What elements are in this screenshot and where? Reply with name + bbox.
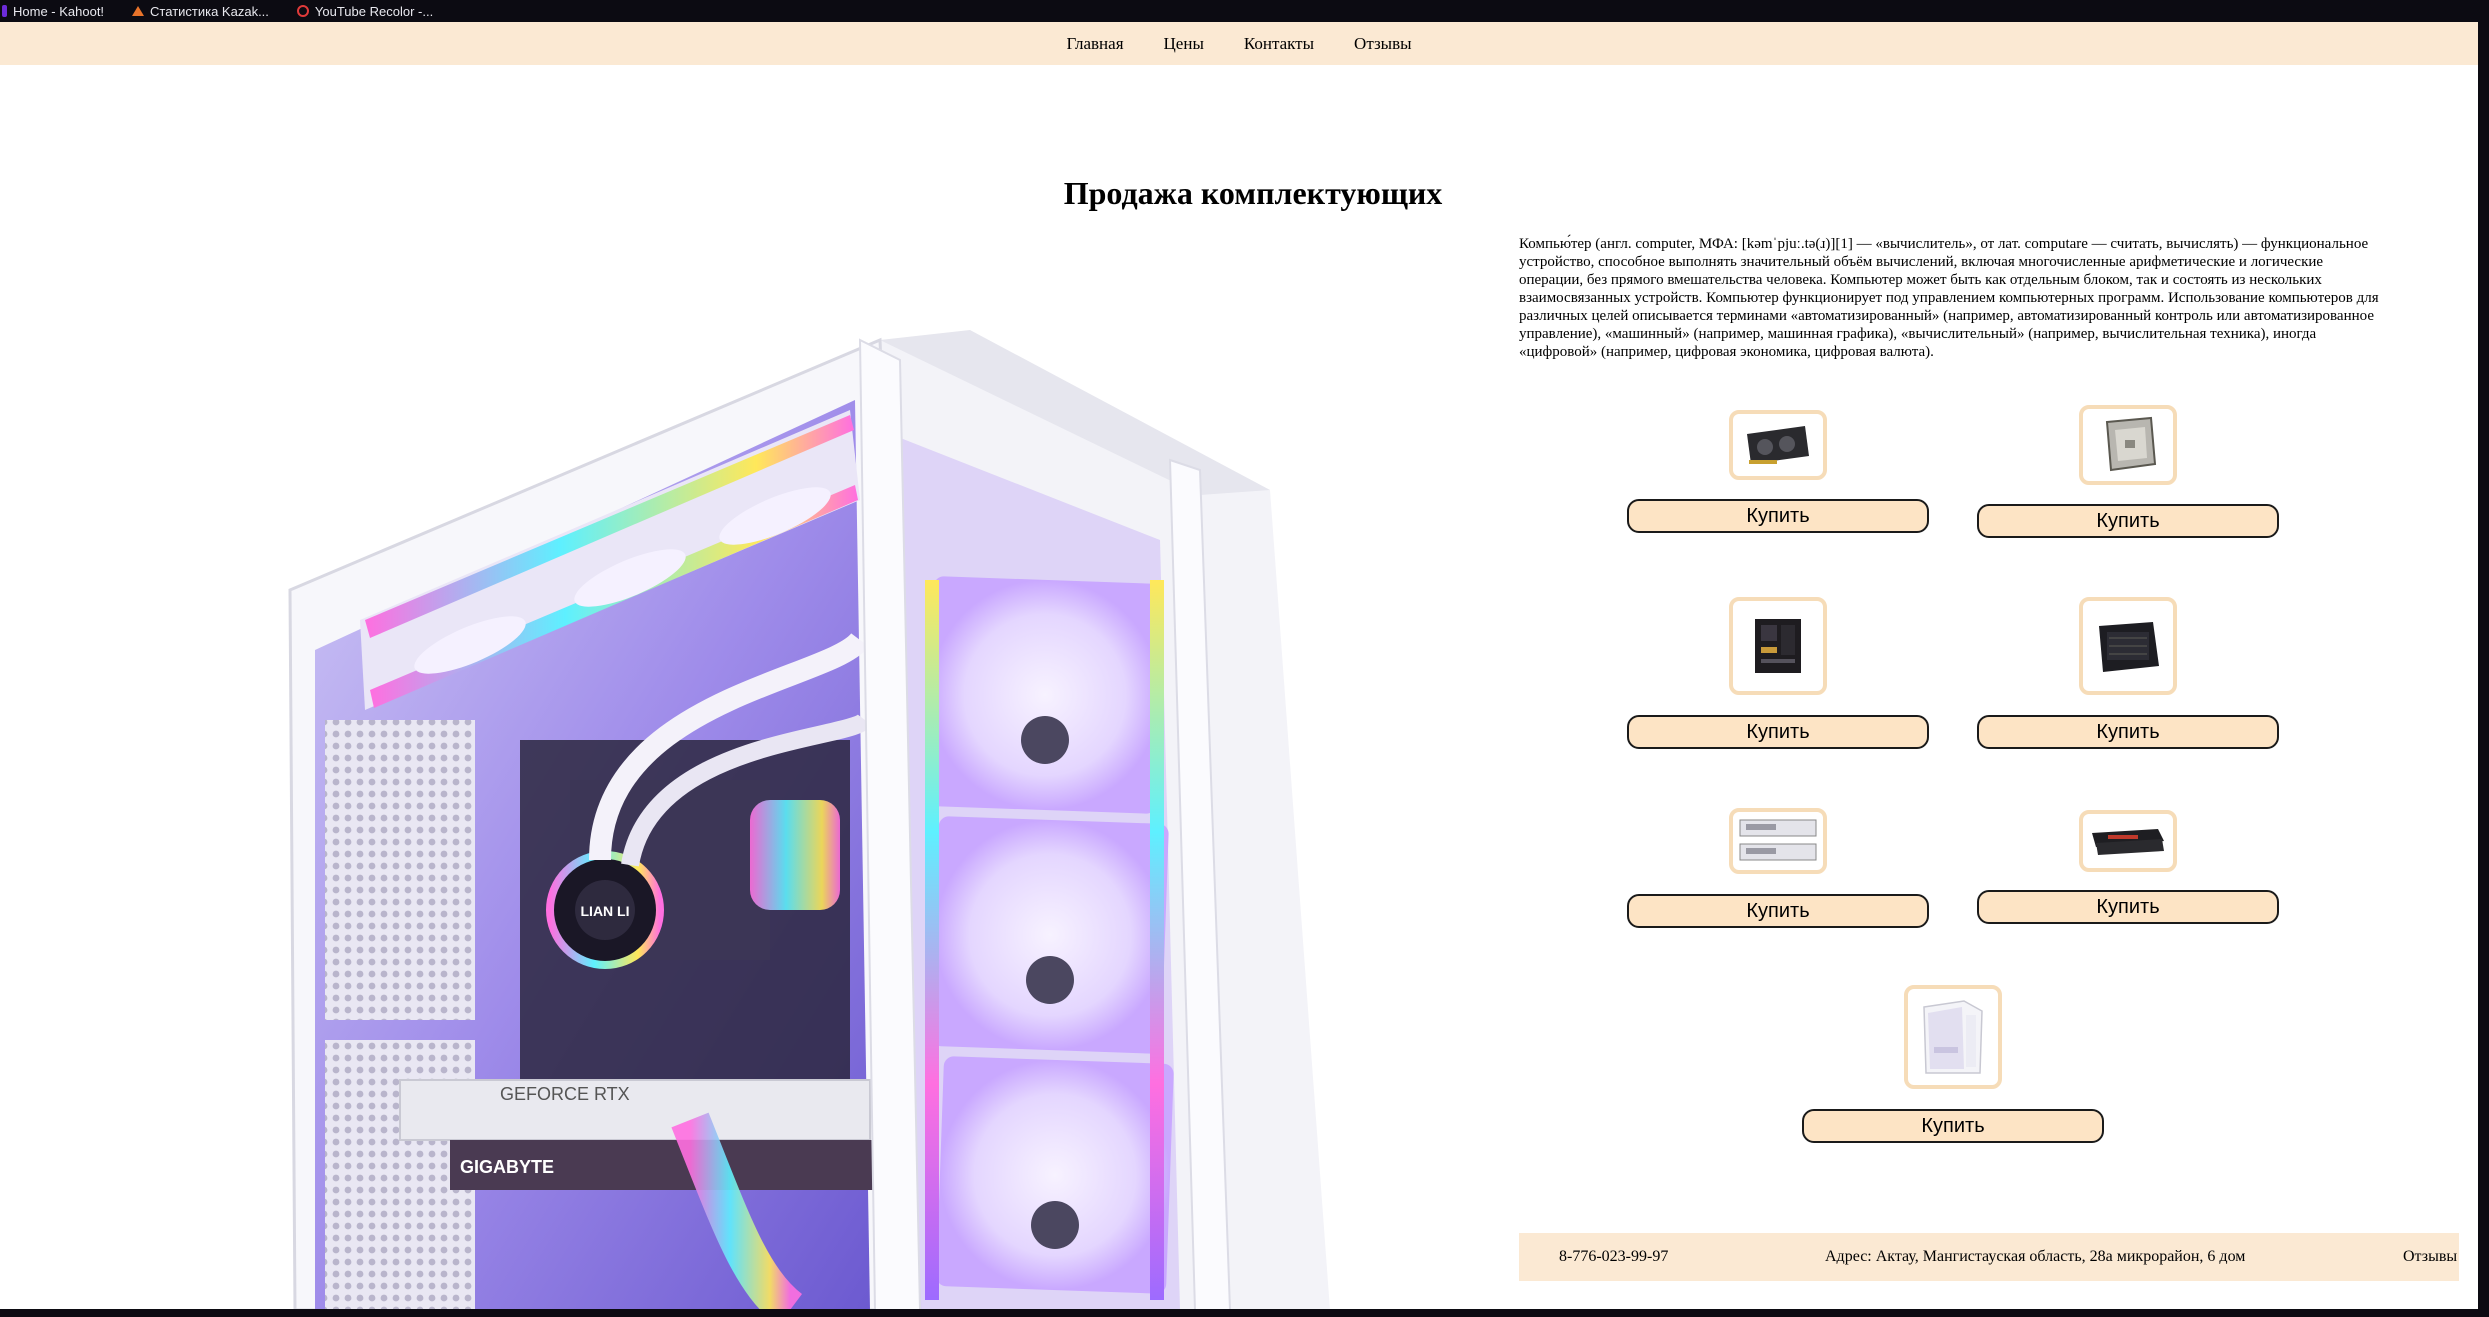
product-thumbnail[interactable] — [1729, 808, 1827, 874]
description-text: Компью́тер (англ. computer, МФА: [kəmˈpj… — [1519, 236, 2379, 360]
bookmarks-bar: Home - Kahoot! Статистика Kazak... YouTu… — [0, 0, 2489, 22]
product-thumbnail[interactable] — [1904, 985, 2002, 1089]
product-card: Купить — [1977, 405, 2279, 545]
product-card: Купить — [1627, 808, 1929, 948]
product-thumbnail[interactable] — [2079, 405, 2177, 485]
footer-address: Адрес: Актау, Мангистауская область, 28а… — [1825, 1248, 2246, 1265]
product-card: Купить — [1627, 597, 1929, 749]
page-title: Продажа комплектующих — [1063, 175, 1443, 211]
bookmark-statistics[interactable]: Статистика Kazak... — [132, 4, 269, 19]
hero-brand-text: LIAN LI — [581, 903, 630, 919]
buy-button[interactable]: Купить — [1977, 504, 2279, 538]
cpu-icon — [2105, 416, 2157, 472]
buy-button[interactable]: Купить — [1977, 715, 2279, 749]
hero-gigabyte-label: GIGABYTE — [460, 1157, 554, 1177]
nav-contacts[interactable]: Контакты — [1244, 34, 1314, 54]
bookmark-label: Статистика Kazak... — [150, 3, 269, 19]
pc-case-icon — [1923, 1000, 1983, 1074]
motherboard-icon — [1755, 619, 1801, 673]
window-edge — [0, 1309, 2489, 1317]
nav-home[interactable]: Главная — [1066, 34, 1123, 54]
kahoot-icon — [2, 5, 7, 17]
product-thumbnail[interactable] — [1729, 597, 1827, 695]
product-thumbnail[interactable] — [2079, 597, 2177, 695]
youtube-recolor-icon — [296, 5, 309, 17]
buy-button[interactable]: Купить — [1627, 894, 1929, 928]
product-card: Купить — [1977, 810, 2279, 950]
product-card: Купить — [1802, 985, 2104, 1143]
bookmark-label: YouTube Recolor -... — [314, 3, 434, 19]
ram-kit-icon — [1739, 819, 1817, 861]
buy-button[interactable]: Купить — [1627, 499, 1929, 533]
window-edge — [2478, 22, 2489, 1317]
pc-case-hero-image: LIAN LI GEFORCE RTX GIGABYTE — [288, 330, 1330, 1310]
main-nav: Главная Цены Контакты Отзывы — [0, 22, 2478, 65]
hero-gpu-label: GEFORCE RTX — [500, 1084, 630, 1104]
bookmark-youtube-recolor[interactable]: YouTube Recolor -... — [296, 3, 434, 19]
power-supply-icon — [2099, 622, 2159, 672]
product-thumbnail[interactable] — [2079, 810, 2177, 872]
chart-icon — [132, 6, 145, 16]
buy-button[interactable]: Купить — [1627, 715, 1929, 749]
footer-phone[interactable]: 8-776-023-99-97 — [1559, 1248, 1668, 1266]
footer-bar: 8-776-023-99-97 Адрес: Актау, Мангистаус… — [1519, 1233, 2459, 1281]
bookmark-label: Home - Kahoot! — [13, 3, 105, 19]
ram-stick-icon — [2092, 829, 2164, 855]
product-thumbnail[interactable] — [1729, 410, 1827, 480]
product-card: Купить — [1627, 410, 1929, 550]
footer-reviews-link[interactable]: Отзывы — [2403, 1248, 2457, 1266]
bookmark-kahoot[interactable]: Home - Kahoot! — [2, 4, 104, 19]
graphics-card-icon — [1747, 426, 1809, 464]
buy-button[interactable]: Купить — [1802, 1109, 2104, 1143]
product-card: Купить — [1977, 597, 2279, 749]
nav-reviews[interactable]: Отзывы — [1354, 34, 1412, 54]
nav-prices[interactable]: Цены — [1164, 34, 1204, 54]
buy-button[interactable]: Купить — [1977, 890, 2279, 924]
